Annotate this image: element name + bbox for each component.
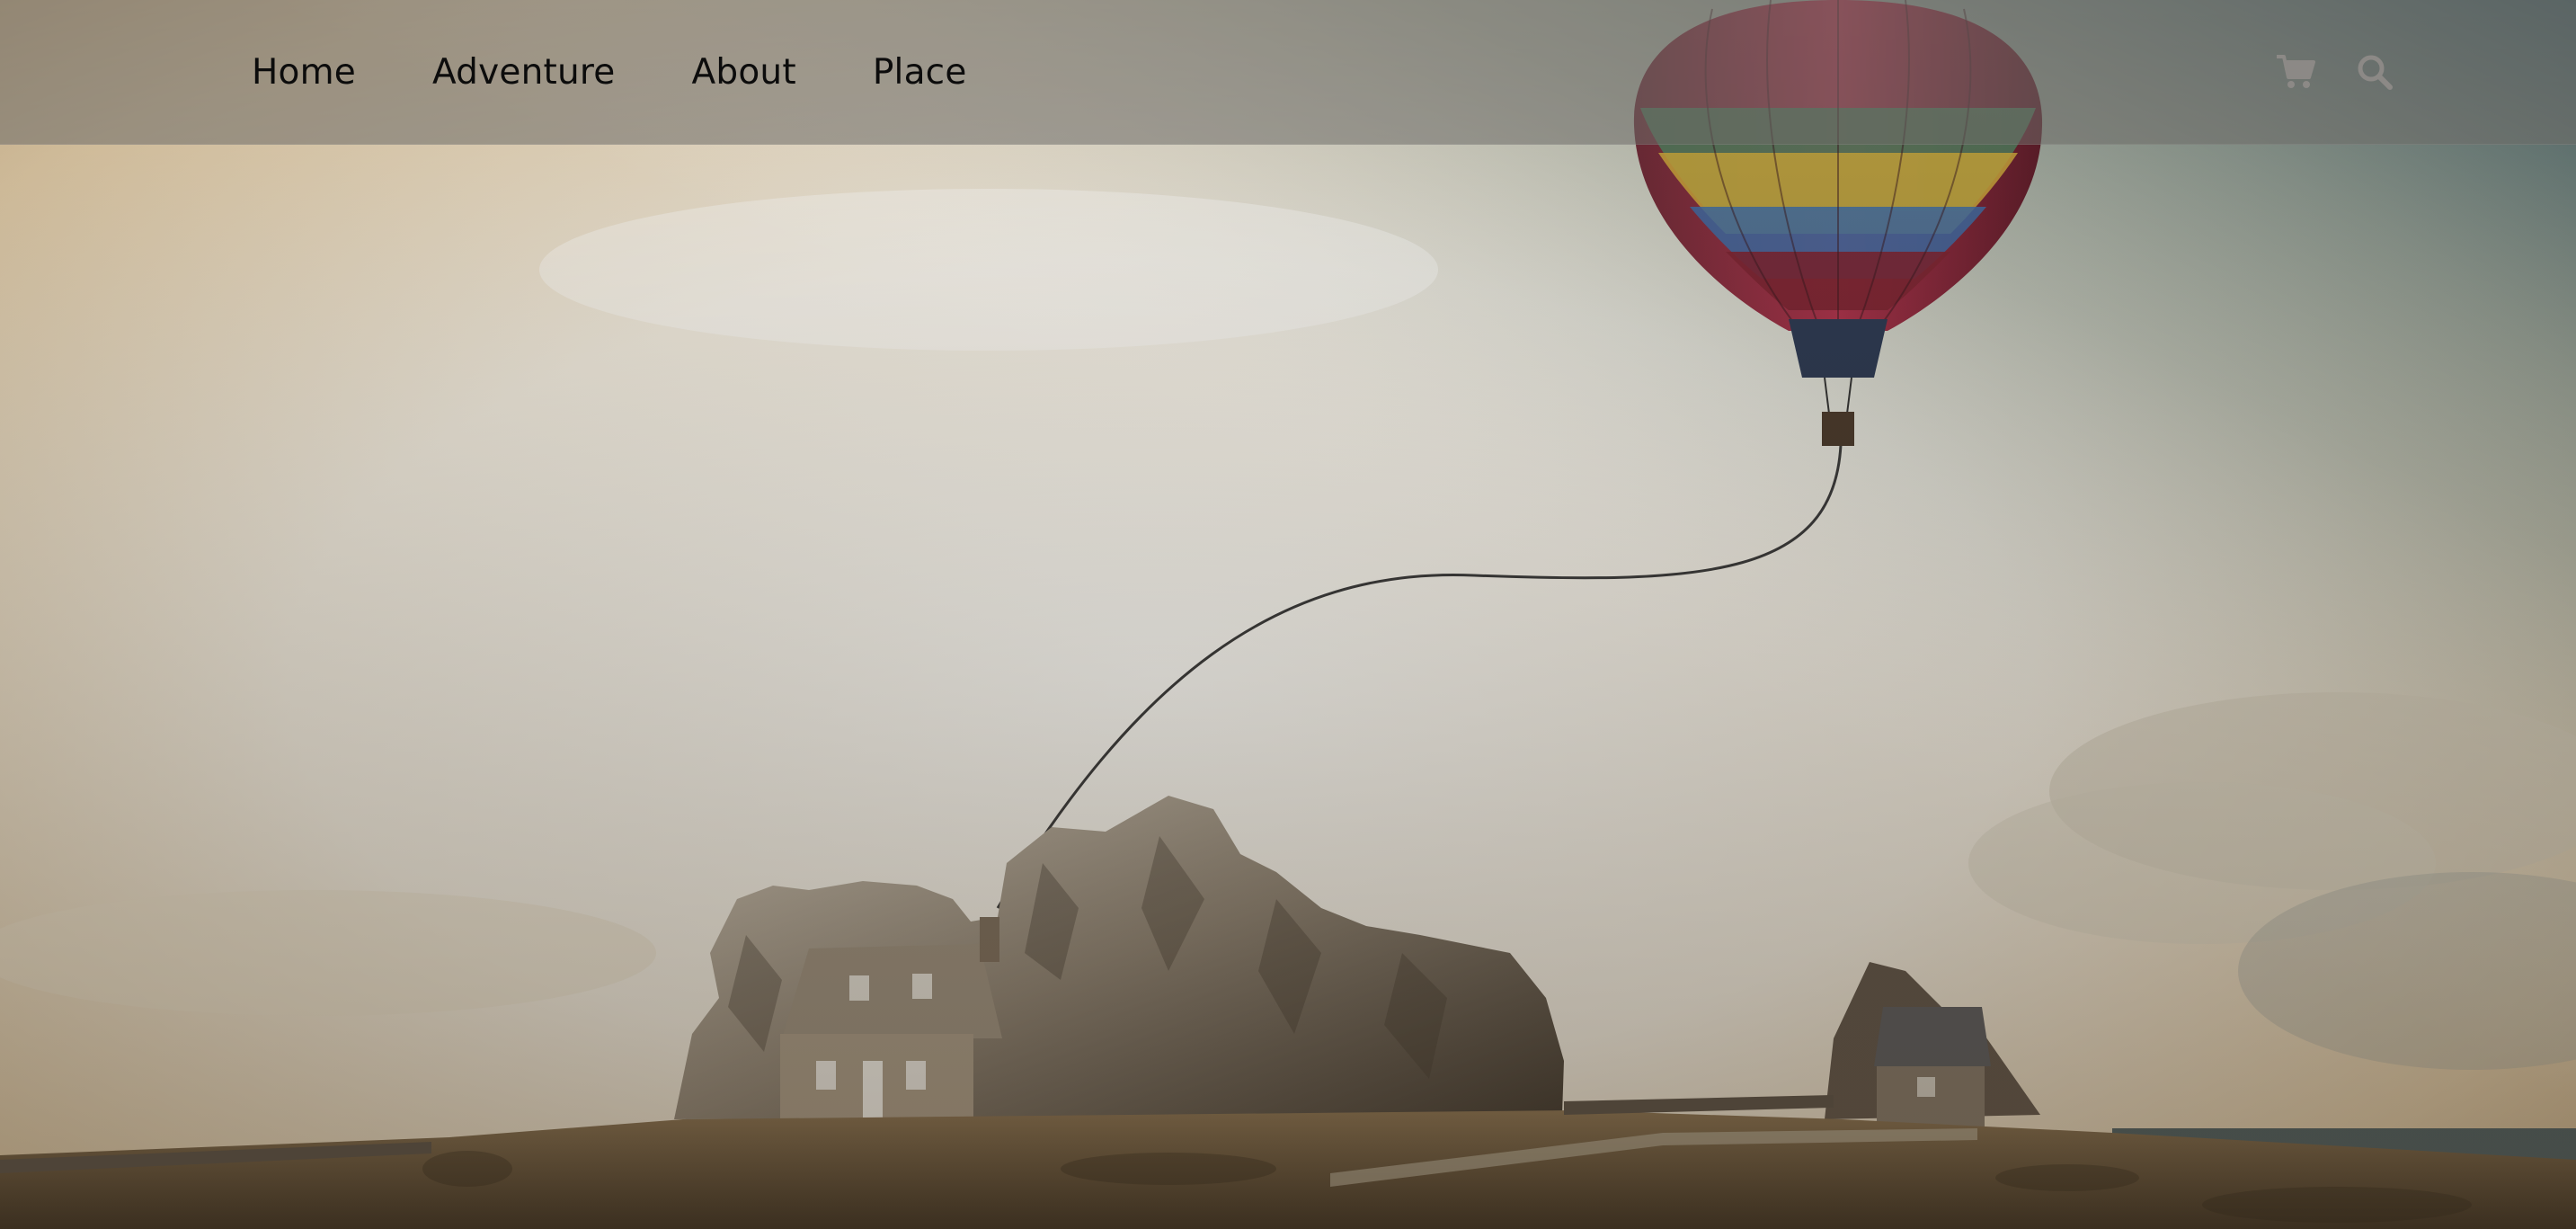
nav-icon-group	[2274, 0, 2396, 144]
nav-link-adventure[interactable]: Adventure	[432, 52, 616, 93]
nav-link-home[interactable]: Home	[252, 52, 356, 93]
search-icon[interactable]	[2353, 50, 2396, 94]
top-navbar: Home Adventure About Place	[0, 0, 2576, 145]
hero-scene	[0, 0, 2576, 1229]
cart-icon[interactable]	[2274, 50, 2317, 94]
main-navigation: Home Adventure About Place	[252, 0, 1044, 144]
nav-link-about[interactable]: About	[692, 52, 796, 93]
nav-link-place[interactable]: Place	[873, 52, 967, 93]
hero-background	[0, 0, 2576, 1229]
